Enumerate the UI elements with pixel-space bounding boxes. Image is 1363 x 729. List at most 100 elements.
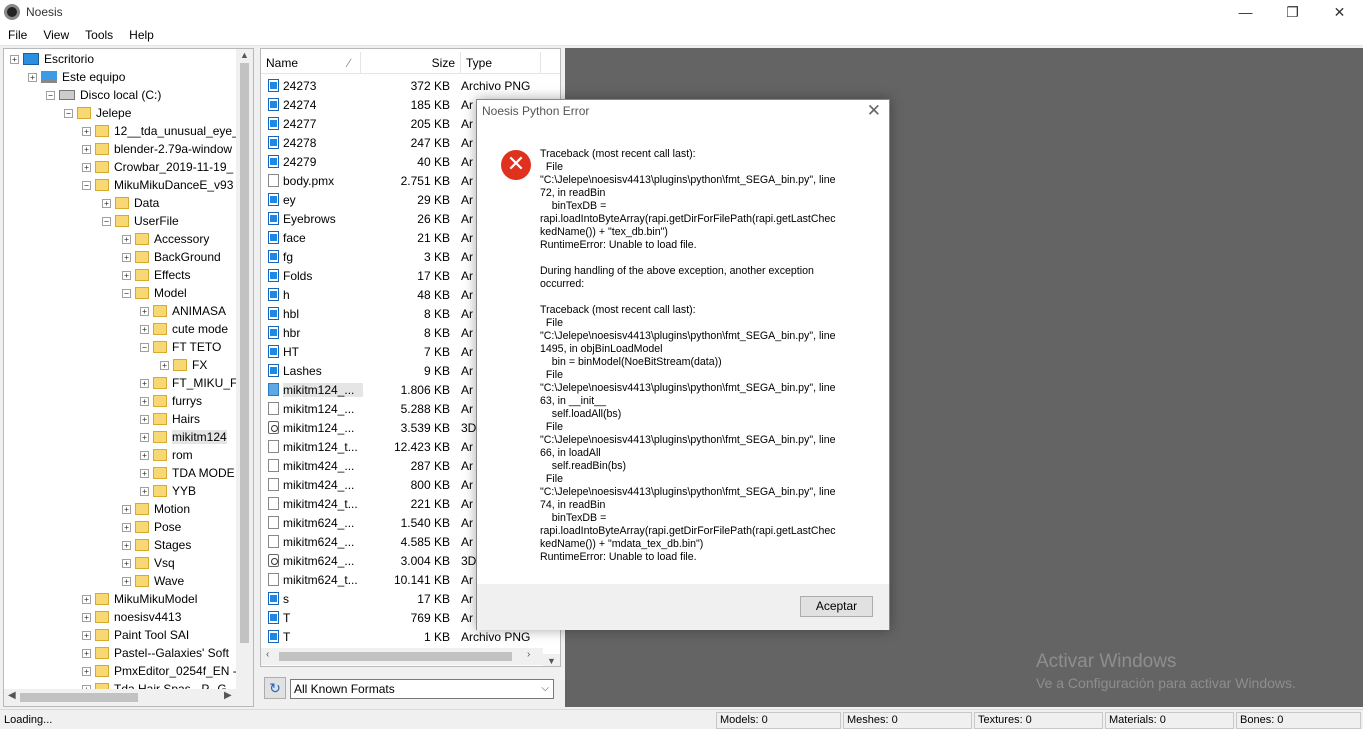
- expand-icon[interactable]: +: [82, 162, 91, 172]
- expand-icon[interactable]: +: [122, 234, 131, 244]
- tree-item[interactable]: + FT_MIKU_F: [140, 374, 237, 392]
- tree-item[interactable]: + Pastel--Galaxies' Soft: [82, 644, 229, 662]
- expand-icon[interactable]: +: [140, 450, 149, 460]
- format-filter-select[interactable]: All Known Formats ⌵: [290, 679, 554, 699]
- tree-item[interactable]: + BackGround: [122, 248, 221, 266]
- close-window-button[interactable]: ✕: [1316, 0, 1363, 24]
- scroll-right-icon[interactable]: ▶: [224, 690, 232, 701]
- tree-item[interactable]: + Pose: [122, 518, 181, 536]
- minimize-button[interactable]: —: [1222, 0, 1269, 24]
- tree-item[interactable]: − Jelepe: [64, 104, 131, 122]
- tree-item[interactable]: + Stages: [122, 536, 191, 554]
- expand-icon[interactable]: +: [140, 306, 149, 316]
- tree-horizontal-scrollbar[interactable]: ◀ ▶: [4, 689, 253, 706]
- scroll-down-icon[interactable]: ▼: [543, 656, 560, 666]
- tree-item[interactable]: + noesisv4413: [82, 608, 181, 626]
- expand-icon[interactable]: +: [82, 612, 91, 622]
- tree-vertical-scrollbar[interactable]: ▲: [236, 49, 253, 689]
- tree-item[interactable]: + Vsq: [122, 554, 175, 572]
- tree-hscroll-thumb[interactable]: [20, 693, 138, 702]
- menu-help[interactable]: Help: [121, 28, 162, 42]
- scroll-left-icon[interactable]: ◀: [8, 690, 16, 701]
- scroll-left-icon[interactable]: ‹: [266, 649, 269, 660]
- expand-icon[interactable]: +: [102, 198, 111, 208]
- menu-file[interactable]: File: [0, 28, 35, 42]
- tree-item[interactable]: + furrys: [140, 392, 202, 410]
- expand-icon[interactable]: +: [82, 126, 91, 136]
- file-list-hscroll-thumb[interactable]: [279, 652, 512, 661]
- tree-item[interactable]: + YYB: [140, 482, 196, 500]
- expand-icon[interactable]: +: [140, 324, 149, 334]
- tree-item[interactable]: + Hairs: [140, 410, 200, 428]
- expand-icon[interactable]: +: [122, 558, 131, 568]
- tree-item[interactable]: + Effects: [122, 266, 190, 284]
- restore-button[interactable]: ❐: [1269, 0, 1316, 24]
- file-list-vertical-scrollbar[interactable]: ▼: [543, 654, 560, 666]
- tree-item[interactable]: + MikuMikuModel: [82, 590, 197, 608]
- tree-item[interactable]: + Motion: [122, 500, 190, 518]
- column-name-header[interactable]: Name ∕: [261, 52, 361, 74]
- tree-item[interactable]: + Este equipo: [28, 68, 125, 86]
- tree-scroll-thumb[interactable]: [240, 63, 249, 643]
- collapse-icon[interactable]: −: [122, 288, 131, 298]
- expand-icon[interactable]: +: [82, 144, 91, 154]
- column-size-header[interactable]: Size: [361, 52, 461, 74]
- tree-item[interactable]: − MikuMikuDanceE_v93: [82, 176, 233, 194]
- expand-icon[interactable]: +: [122, 504, 131, 514]
- expand-icon[interactable]: +: [140, 396, 149, 406]
- tree-item[interactable]: + TDA MODE: [140, 464, 235, 482]
- tree-item[interactable]: + cute mode: [140, 320, 228, 338]
- expand-icon[interactable]: +: [28, 72, 37, 82]
- menu-tools[interactable]: Tools: [77, 28, 121, 42]
- tree-item[interactable]: − Disco local (C:): [46, 86, 161, 104]
- tree-item[interactable]: − Model: [122, 284, 187, 302]
- expand-icon[interactable]: +: [82, 630, 91, 640]
- tree-item[interactable]: − UserFile: [102, 212, 179, 230]
- scroll-up-icon[interactable]: ▲: [236, 50, 253, 60]
- tree-item[interactable]: + Paint Tool SAI: [82, 626, 189, 644]
- tree-item[interactable]: + FX: [160, 356, 207, 374]
- tree-item[interactable]: + Escritorio: [10, 50, 94, 68]
- tree-item[interactable]: + Data: [102, 194, 159, 212]
- expand-icon[interactable]: +: [140, 486, 149, 496]
- expand-icon[interactable]: +: [140, 432, 149, 442]
- expand-icon[interactable]: +: [82, 648, 91, 658]
- expand-icon[interactable]: +: [122, 540, 131, 550]
- expand-icon[interactable]: +: [122, 522, 131, 532]
- tree-item[interactable]: + blender-2.79a-window: [82, 140, 232, 158]
- expand-icon[interactable]: +: [140, 414, 149, 424]
- tree-item[interactable]: + ANIMASA: [140, 302, 226, 320]
- expand-icon[interactable]: +: [140, 378, 149, 388]
- expand-icon[interactable]: +: [10, 54, 19, 64]
- tree-item[interactable]: + Wave: [122, 572, 184, 590]
- file-row[interactable]: 24273 372 KB Archivo PNG: [261, 76, 560, 95]
- expand-icon[interactable]: +: [160, 360, 169, 370]
- folder-tree[interactable]: +Tda Hair Spas - P--G+PmxEditor_0254f_EN…: [3, 48, 254, 707]
- menu-view[interactable]: View: [35, 28, 77, 42]
- expand-icon[interactable]: +: [140, 468, 149, 478]
- collapse-icon[interactable]: −: [82, 180, 91, 190]
- collapse-icon[interactable]: −: [102, 216, 111, 226]
- tree-item[interactable]: + rom: [140, 446, 193, 464]
- dialog-footer: Aceptar: [477, 584, 889, 630]
- expand-icon[interactable]: +: [122, 252, 131, 262]
- expand-icon[interactable]: +: [82, 594, 91, 604]
- scroll-right-icon[interactable]: ›: [527, 649, 530, 660]
- tree-item[interactable]: +12__tda_unusual_eye_: [82, 122, 239, 140]
- accept-button[interactable]: Aceptar: [800, 596, 873, 617]
- tree-item[interactable]: + Crowbar_2019-11-19_: [82, 158, 233, 176]
- collapse-icon[interactable]: −: [46, 90, 55, 100]
- collapse-icon[interactable]: −: [140, 342, 149, 352]
- refresh-icon[interactable]: ↻: [264, 677, 286, 699]
- file-list-horizontal-scrollbar[interactable]: ‹ ›: [261, 648, 543, 665]
- tree-item[interactable]: + mikitm124: [140, 428, 227, 446]
- tree-item[interactable]: + Accessory: [122, 230, 209, 248]
- expand-icon[interactable]: +: [82, 666, 91, 676]
- tree-item[interactable]: − FT TETO: [140, 338, 221, 356]
- expand-icon[interactable]: +: [122, 576, 131, 586]
- tree-item[interactable]: + PmxEditor_0254f_EN -: [82, 662, 237, 680]
- dialog-close-icon[interactable]: ✕: [867, 101, 881, 121]
- collapse-icon[interactable]: −: [64, 108, 73, 118]
- expand-icon[interactable]: +: [122, 270, 131, 280]
- column-type-header[interactable]: Type: [461, 52, 541, 74]
